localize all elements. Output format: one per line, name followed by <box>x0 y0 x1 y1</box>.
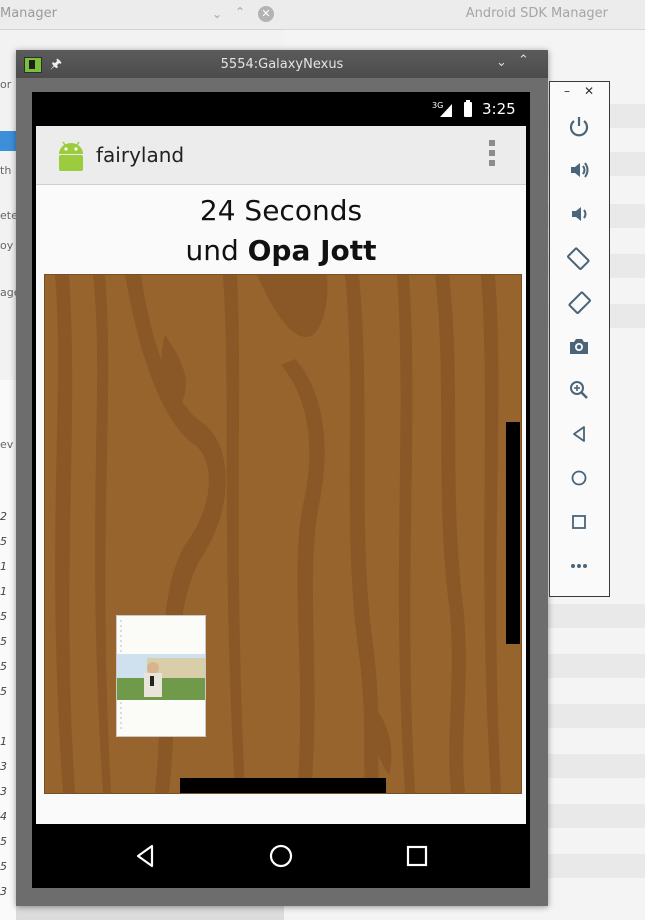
text-fragment: th <box>0 164 12 177</box>
selected-row[interactable] <box>0 131 16 151</box>
emulator-side-panel: – ✕ <box>549 81 610 597</box>
row-number: 5 <box>0 835 7 848</box>
table-row[interactable] <box>548 804 645 828</box>
zoom-icon[interactable] <box>567 378 591 402</box>
row-number: 3 <box>0 785 7 798</box>
more-icon[interactable] <box>567 554 591 578</box>
volume-up-icon[interactable] <box>567 158 591 182</box>
score-prefix: und <box>185 234 239 267</box>
table-row[interactable] <box>548 704 645 728</box>
home-icon[interactable] <box>567 466 591 490</box>
close-icon[interactable]: ✕ <box>584 84 594 98</box>
chevron-up-icon[interactable]: ⌃ <box>235 5 245 19</box>
row-number: 5 <box>0 535 7 548</box>
background-titlebar-left: Manager ⌄ ⌃ ✕ <box>0 0 284 30</box>
status-bar: 3G 3:25 <box>32 92 530 126</box>
emulator-window-title: 5554:GalaxyNexus <box>220 57 344 72</box>
row-number: 4 <box>0 810 7 823</box>
emulator-titlebar[interactable]: 🖈 5554:GalaxyNexus ⌄ ⌃ <box>16 50 548 78</box>
background-window-title-right: Android SDK Manager <box>465 6 608 21</box>
android-icon <box>59 141 83 171</box>
device-frame: 3G 3:25 fairyland 24 Seconds und Opa Jot… <box>32 92 530 888</box>
rotate-left-icon[interactable] <box>567 246 591 270</box>
table-row[interactable] <box>548 604 645 628</box>
player-name: Opa Jott <box>247 234 377 267</box>
app-screen: fairyland 24 Seconds und Opa Jott <box>36 126 526 824</box>
table-row[interactable] <box>548 654 645 678</box>
row-number: 3 <box>0 760 7 773</box>
paddle-right[interactable] <box>506 422 520 644</box>
text-fragment: or <box>0 78 12 91</box>
chevron-up-icon[interactable]: ⌃ <box>518 53 529 68</box>
row-number: 5 <box>0 860 7 873</box>
camera-icon[interactable] <box>567 334 591 358</box>
close-icon[interactable]: ✕ <box>258 6 274 22</box>
background-list: ev 2 5 1 1 5 5 5 5 1 3 3 4 5 5 3 <box>0 380 16 920</box>
paddle-bottom[interactable] <box>180 778 386 793</box>
side-panel-header: – ✕ <box>550 82 609 106</box>
row-number: 3 <box>0 885 7 898</box>
app-title: fairyland <box>96 143 185 167</box>
signal-icon <box>440 104 452 117</box>
nav-bar <box>32 824 530 888</box>
overview-icon[interactable] <box>567 510 591 534</box>
row-number: 5 <box>0 660 7 673</box>
status-clock: 3:25 <box>482 100 516 118</box>
row-number: 5 <box>0 685 7 698</box>
overflow-menu-icon[interactable] <box>488 140 496 170</box>
table-row[interactable] <box>548 754 645 778</box>
text-fragment: ev <box>0 438 14 451</box>
background-titlebar-right: Android SDK Manager <box>284 0 645 30</box>
table-row[interactable] <box>548 854 645 878</box>
text-fragment: oy <box>0 239 14 252</box>
action-bar: fairyland <box>36 126 526 185</box>
rotate-right-icon[interactable] <box>567 290 591 314</box>
photo-image <box>117 616 205 736</box>
row-number: 5 <box>0 610 7 623</box>
row-number: 1 <box>0 735 7 748</box>
row-number: 1 <box>0 585 7 598</box>
volume-down-icon[interactable] <box>567 202 591 226</box>
score-player: und Opa Jott <box>36 234 526 267</box>
chevron-down-icon[interactable]: ⌄ <box>212 7 222 21</box>
home-icon[interactable] <box>267 842 295 870</box>
photo-card[interactable] <box>116 615 206 737</box>
emulator-window: 🖈 5554:GalaxyNexus ⌄ ⌃ 3G 3:25 fairyland… <box>16 50 548 906</box>
chevron-down-icon[interactable]: ⌄ <box>496 55 507 70</box>
row-number: 1 <box>0 560 7 573</box>
back-icon[interactable] <box>132 842 160 870</box>
row-number: 5 <box>0 635 7 648</box>
recents-icon[interactable] <box>403 842 431 870</box>
battery-icon <box>464 100 472 117</box>
minimize-icon[interactable]: – <box>564 84 570 98</box>
back-icon[interactable] <box>567 422 591 446</box>
game-board[interactable] <box>44 274 522 794</box>
background-window-title: Manager <box>0 6 57 21</box>
power-icon[interactable] <box>567 114 591 138</box>
row-number: 2 <box>0 510 7 523</box>
score-seconds: 24 Seconds <box>199 194 363 227</box>
